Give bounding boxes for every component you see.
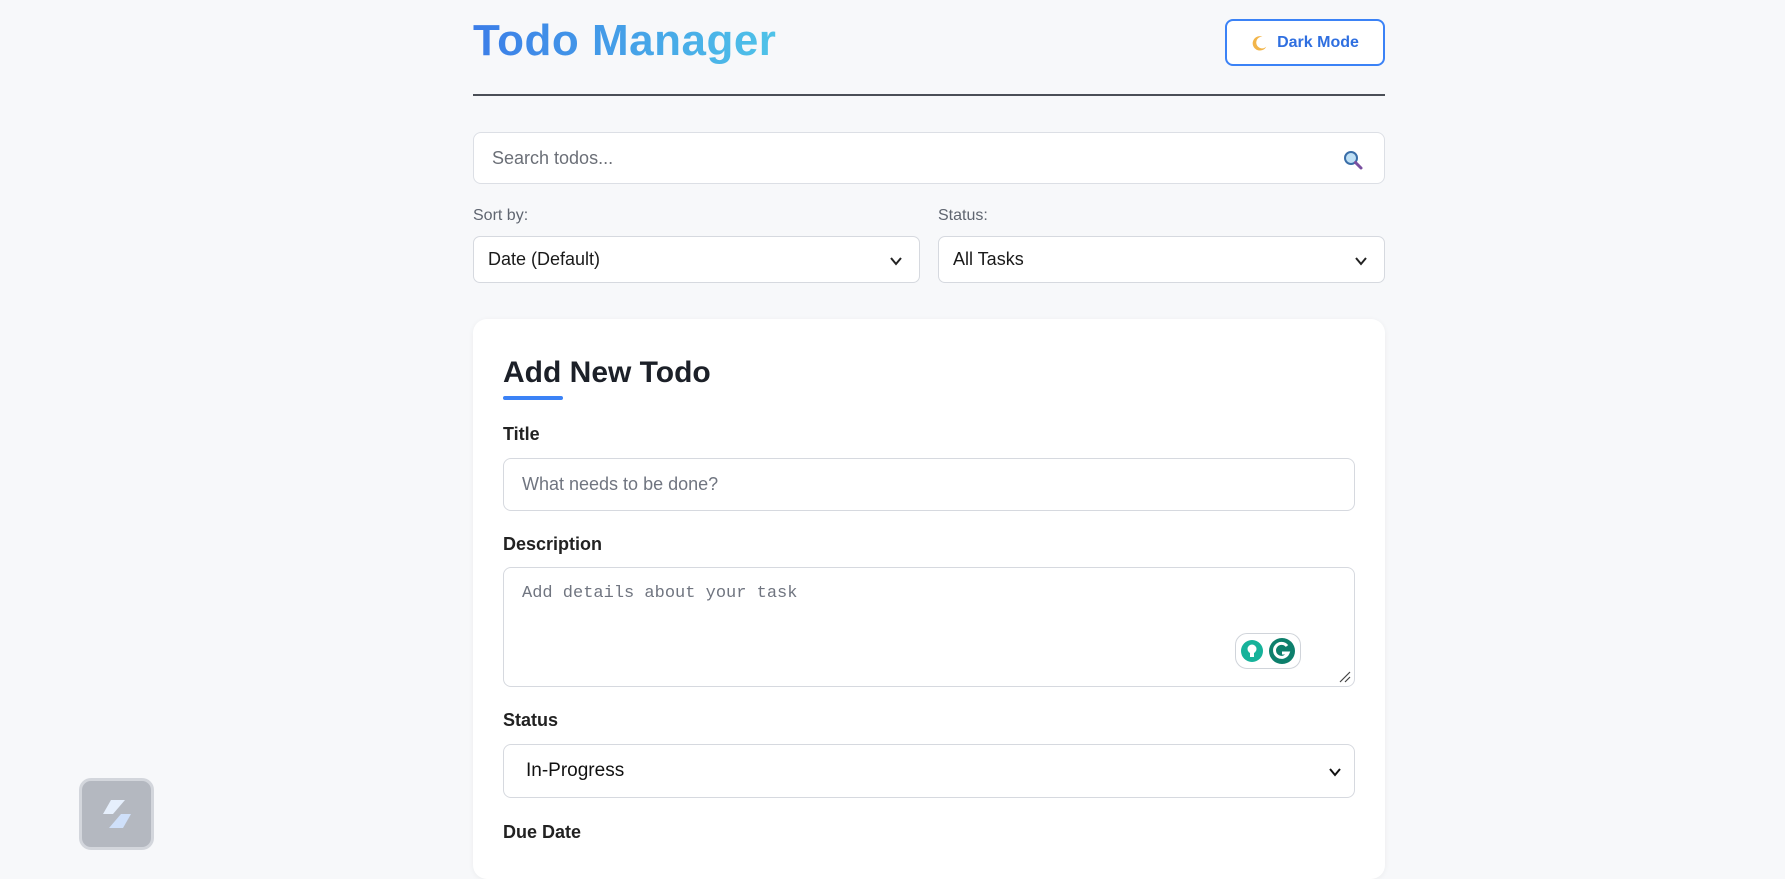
status-select[interactable]: In-Progress [503,744,1355,798]
grammarly-icon [1269,638,1295,664]
chevron-down-icon [890,257,902,266]
search-input[interactable] [474,133,1384,183]
grammar-assistant-widget[interactable] [1235,633,1301,669]
lightbulb-icon [1241,640,1263,662]
title-underline [503,396,563,400]
chevron-down-icon [1329,768,1341,777]
description-textarea[interactable] [503,567,1355,687]
sort-select[interactable]: Date (Default) [473,236,920,283]
moon-icon [1252,35,1267,51]
search-box [473,132,1385,184]
status-select-value: In-Progress [526,760,625,781]
title-input[interactable] [503,458,1355,511]
dark-mode-label: Dark Mode [1277,33,1359,51]
chevron-down-icon [1355,257,1367,266]
card-title: Add New Todo [503,356,711,389]
status-label: Status [503,710,559,730]
add-todo-card: Add New Todo Title Description Status In… [473,319,1385,879]
app-container: Todo Manager Dark Mode Sort by: Date (De… [473,0,1385,879]
status-filter-value: All Tasks [953,249,1024,269]
status-filter-select[interactable]: All Tasks [938,236,1385,283]
floating-assistant-button[interactable] [79,778,154,850]
search-icon[interactable] [1342,149,1364,171]
due-date-label: Due Date [503,822,582,842]
description-label: Description [503,534,603,554]
status-filter-label: Status: [938,207,988,224]
header: Todo Manager Dark Mode [473,0,1385,96]
title-label: Title [503,424,540,444]
app-title: Todo Manager [473,16,777,65]
slash-logo-icon [102,800,131,828]
resize-handle-icon[interactable] [1339,671,1351,683]
sort-label: Sort by: [473,207,529,224]
dark-mode-button[interactable]: Dark Mode [1225,19,1385,66]
sort-select-value: Date (Default) [488,249,601,269]
